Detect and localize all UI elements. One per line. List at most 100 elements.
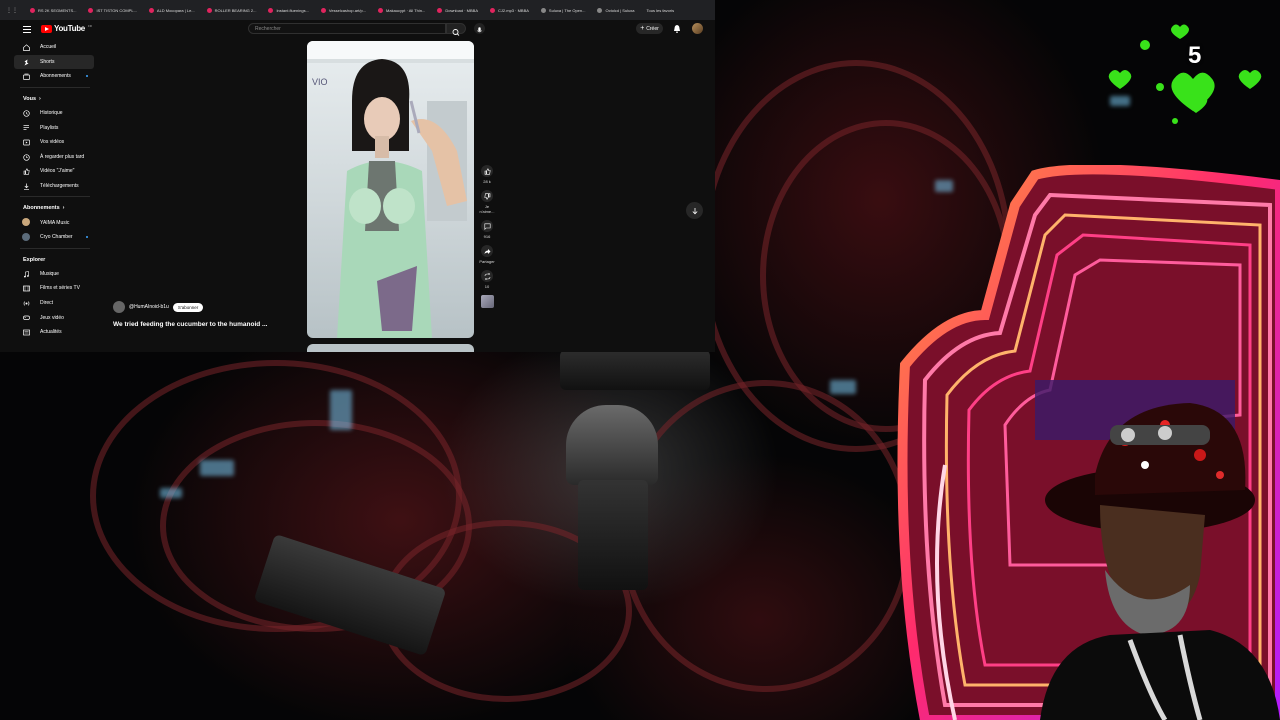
console-light bbox=[160, 488, 182, 498]
thumbs-up-icon bbox=[484, 167, 491, 175]
sidebar-item-label: Films et séries TV bbox=[40, 285, 80, 292]
like-count: 28 k bbox=[483, 179, 491, 184]
youtube-window: ⋮⋮ RS 2K SEGMENTS... IST TISTON COMPL...… bbox=[0, 0, 715, 352]
tab-favicon bbox=[378, 7, 384, 13]
sidebar-item-label: Accueil bbox=[40, 44, 57, 51]
short-actions: 28 k Je n'aime... 916 Partager 10 bbox=[478, 165, 496, 308]
browser-tab[interactable]: ALD Mocopara | Le... bbox=[143, 0, 201, 20]
channel-avatar bbox=[22, 232, 30, 241]
sidebar-item-musique[interactable]: Musique bbox=[14, 267, 94, 282]
home-icon bbox=[23, 44, 30, 51]
share-action[interactable]: Partager bbox=[478, 245, 496, 264]
ceiling-panel bbox=[560, 350, 710, 390]
streamer bbox=[1040, 403, 1280, 720]
youtube-logo[interactable]: YouTube FR bbox=[41, 24, 92, 33]
chevron-right-icon: › bbox=[62, 205, 65, 212]
sidebar-item-label: Téléchargements bbox=[40, 183, 79, 190]
subscriptions-icon bbox=[23, 73, 30, 81]
country-code: FR bbox=[87, 24, 92, 28]
browser-tab[interactable]: Instant.fluenings... bbox=[262, 0, 314, 20]
sidebar-section-vous[interactable]: Vous › bbox=[14, 92, 94, 106]
search-button[interactable] bbox=[446, 23, 466, 36]
remix-action[interactable]: 10 bbox=[478, 270, 496, 289]
browser-tab[interactable]: Download · MBBA bbox=[431, 0, 484, 20]
sidebar-item-shorts[interactable]: Shorts bbox=[14, 54, 94, 70]
sidebar-item-label: À regarder plus tard bbox=[40, 153, 85, 160]
tab-favicon bbox=[320, 7, 326, 13]
create-label: Créer bbox=[646, 25, 659, 32]
sidebar-item-historique[interactable]: Historique bbox=[14, 106, 94, 121]
youtube-play-icon bbox=[41, 24, 52, 33]
browser-tab[interactable]: Octolcd | Suluxa bbox=[591, 0, 640, 20]
sidebar-item-playlists[interactable]: Playlists bbox=[14, 120, 94, 135]
mic-button[interactable] bbox=[474, 23, 485, 34]
sidebar-item-watch-later[interactable]: À regarder plus tard bbox=[14, 150, 94, 165]
tab-label: IST TISTON COMPL... bbox=[96, 7, 137, 13]
channel-handle[interactable]: @HumAInoid-b1u bbox=[129, 304, 169, 310]
browser-tab[interactable]: IST TISTON COMPL... bbox=[82, 0, 142, 20]
tab-favicon bbox=[437, 7, 443, 13]
comment-icon bbox=[484, 223, 490, 230]
short-channel-row: @HumAInoid-b1u S'abonner bbox=[113, 301, 204, 313]
dislike-action[interactable]: Je n'aime... bbox=[478, 190, 496, 214]
browser-tab[interactable]: RS 2K SEGMENTS... bbox=[24, 0, 82, 20]
channel-avatar[interactable] bbox=[113, 301, 125, 313]
sidebar-item-label: Musique bbox=[40, 270, 59, 277]
remix-icon bbox=[484, 272, 490, 280]
subscribe-button[interactable]: S'abonner bbox=[172, 302, 204, 312]
tab-favicon bbox=[268, 7, 274, 13]
sidebar-item-downloads[interactable]: Téléchargements bbox=[14, 179, 94, 194]
share-label: Partager bbox=[479, 259, 495, 264]
console-light bbox=[830, 380, 856, 394]
game-icon bbox=[23, 315, 30, 321]
new-content-dot bbox=[86, 75, 88, 78]
tab-label: Octolcd | Suluxa bbox=[605, 7, 635, 13]
sidebar-item-label: Vos vidéos bbox=[40, 139, 65, 146]
sidebar-item-direct[interactable]: Direct bbox=[14, 296, 94, 311]
like-action[interactable]: 28 k bbox=[478, 165, 496, 184]
search-input[interactable]: Rechercher bbox=[248, 23, 446, 34]
sidebar-item-label: Jeux vidéo bbox=[40, 314, 64, 321]
next-short-preview[interactable] bbox=[307, 344, 474, 352]
sidebar-item-vos-videos[interactable]: Vos vidéos bbox=[14, 135, 94, 150]
account-avatar[interactable] bbox=[692, 23, 703, 34]
mic-icon bbox=[477, 27, 482, 33]
sidebar-divider bbox=[20, 86, 90, 88]
short-video-player[interactable]: VIO bbox=[307, 41, 474, 338]
browser-tab[interactable]: Vesselcashop.art/p... bbox=[315, 0, 372, 20]
sidebar-item-abonnements[interactable]: Abonnements bbox=[14, 69, 94, 84]
sidebar-item-label: Playlists bbox=[40, 124, 59, 131]
sidebar-item-jeux-video[interactable]: Jeux vidéo bbox=[14, 310, 94, 325]
sidebar-item-accueil[interactable]: Accueil bbox=[14, 40, 94, 55]
film-icon bbox=[23, 285, 30, 292]
logo-text: YouTube bbox=[54, 24, 85, 33]
search-icon bbox=[452, 29, 460, 36]
tendril bbox=[620, 380, 912, 692]
browser-tab[interactable]: Suluxa | The Open... bbox=[535, 0, 592, 20]
short-title[interactable]: We tried feeding the cucumber to the hum… bbox=[113, 321, 267, 328]
comments-action[interactable]: 916 bbox=[478, 220, 496, 239]
sidebar-channel-cryo-chamber[interactable]: Cryo Chamber bbox=[14, 230, 94, 245]
hamburger-menu-icon[interactable] bbox=[23, 26, 31, 33]
music-icon bbox=[24, 270, 29, 278]
sidebar-item-liked-videos[interactable]: Vidéos "J'aime" bbox=[14, 164, 94, 179]
hearts-overlay bbox=[1108, 24, 1262, 124]
browser-tab[interactable]: Makaucypt · All Thin... bbox=[372, 0, 431, 20]
sidebar-item-films[interactable]: Films et séries TV bbox=[14, 281, 94, 296]
next-short-button[interactable] bbox=[686, 202, 703, 219]
sidebar-channel-yaima-music[interactable]: YAIMA Music bbox=[14, 215, 94, 230]
sidebar: Accueil Shorts Abonnements Vous › Histori… bbox=[14, 40, 94, 340]
browser-tab[interactable]: CJ2.mp3 · MBBA bbox=[484, 0, 535, 20]
create-button[interactable]: + Créer bbox=[636, 23, 663, 34]
browser-tab[interactable]: ROLLER BEARING 2... bbox=[201, 0, 263, 20]
bookmarks-folder[interactable]: Tous les favoris bbox=[641, 0, 681, 20]
youtube-topbar: YouTube FR Rechercher + Créer bbox=[0, 20, 715, 38]
sidebar-section-abonnements[interactable]: Abonnements › bbox=[14, 201, 94, 215]
notifications-bell-icon[interactable] bbox=[673, 24, 681, 33]
sidebar-item-label: Actualités bbox=[40, 329, 62, 336]
sound-thumbnail[interactable] bbox=[480, 295, 494, 308]
apps-icon[interactable]: ⋮⋮ bbox=[0, 0, 24, 20]
section-header: Explorer bbox=[23, 256, 46, 263]
console-light bbox=[330, 390, 352, 430]
sidebar-item-actualites[interactable]: Actualités bbox=[14, 325, 94, 340]
